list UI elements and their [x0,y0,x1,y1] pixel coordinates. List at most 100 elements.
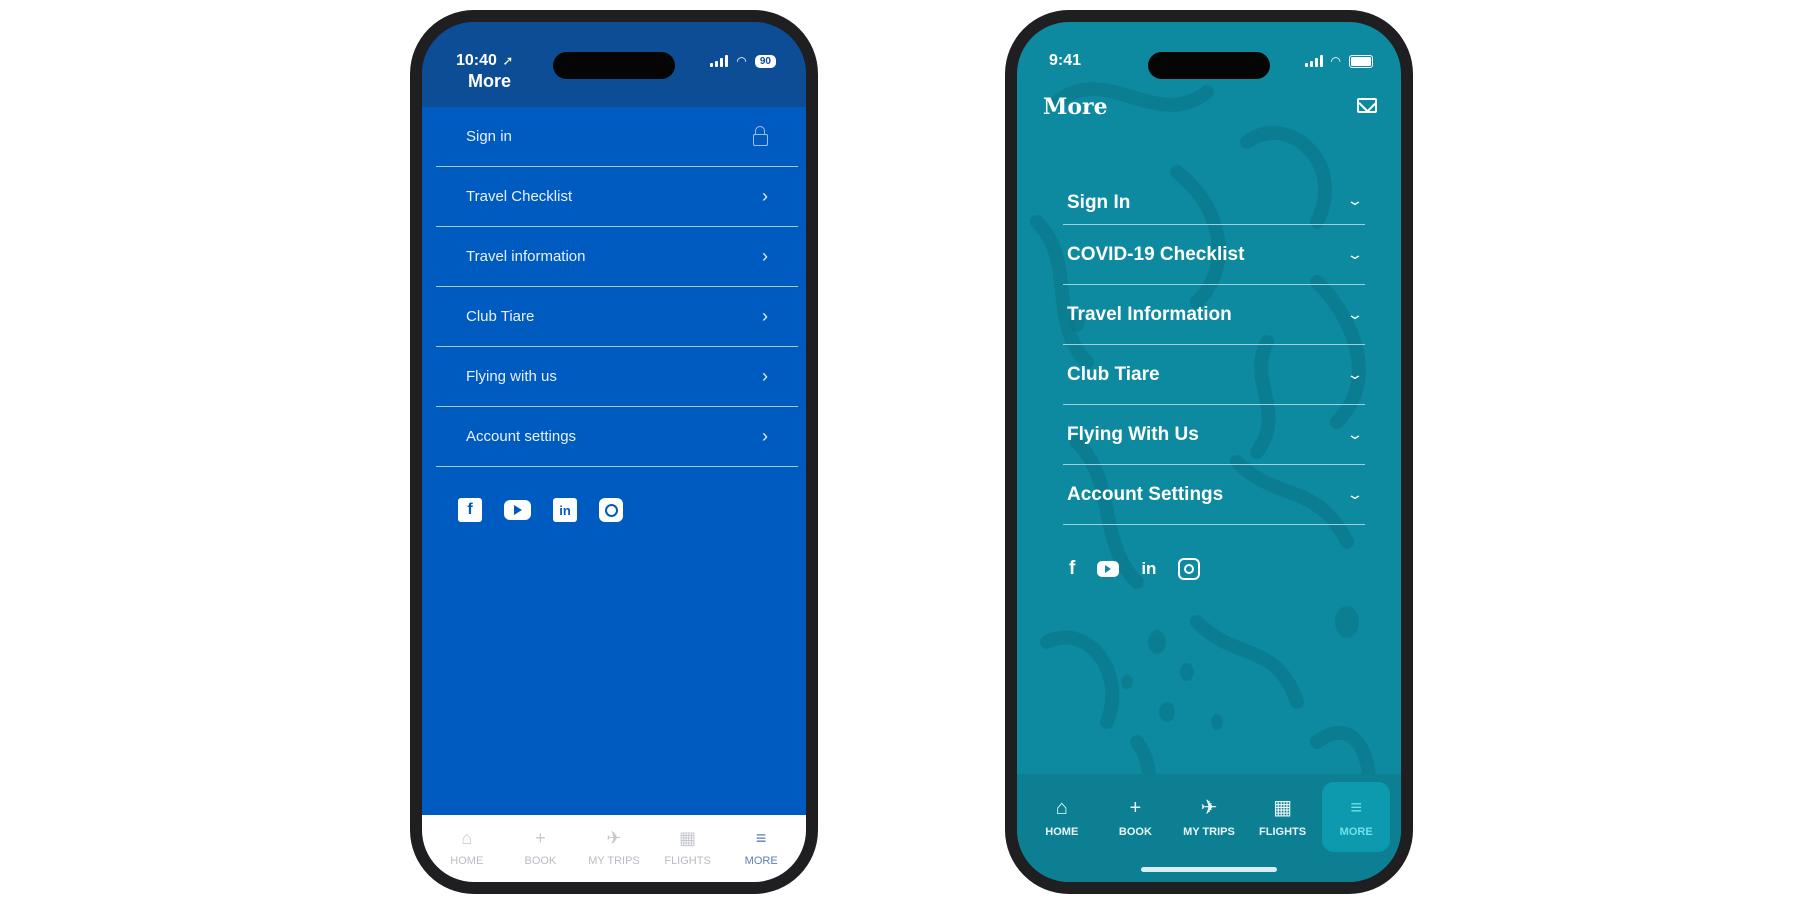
menu-item-sign-in[interactable]: Sign In ⌄ [1063,192,1365,225]
menu-item-label: Club Tiare [466,308,535,325]
signal-icon [1304,55,1323,67]
wifi-icon: ◠ [736,54,747,68]
page-title: More [1043,94,1108,120]
tab-home[interactable]: ⌂ HOME [431,815,503,882]
tab-book[interactable]: + BOOK [1101,782,1169,852]
chevron-down-icon: ⌄ [1346,246,1364,262]
plane-icon: ✈ [606,828,622,848]
menu-item-account-settings[interactable]: Account Settings ⌄ [1063,465,1365,525]
home-icon: ⌂ [1055,797,1068,819]
tab-more[interactable]: ≡ MORE [1322,782,1391,852]
chevron-down-icon: ⌄ [1346,366,1364,382]
battery-icon [1349,54,1373,68]
home-indicator[interactable] [1141,867,1277,872]
menu-item-label: Travel Checklist [466,188,573,205]
menu-item-label: Flying with us [466,368,557,385]
linkedin-icon[interactable]: in [1141,559,1156,579]
status-time: 9:41 [1049,52,1082,69]
tab-more[interactable]: ≡ MORE [725,815,797,882]
social-links: f in [458,498,623,522]
page-title: More [468,71,512,91]
tab-my-trips[interactable]: ✈ MY TRIPS [1175,782,1243,852]
menu-item-label: Flying With Us [1067,423,1199,445]
plus-icon: + [1129,797,1142,819]
plus-icon: + [535,828,546,848]
menu-item-label: Sign in [466,128,512,145]
left-phone-frame: 10:40 ➚ More ◠ 90 Sign in Travel Checkli… [410,10,818,894]
wifi-icon: ◠ [1330,54,1341,68]
calendar-icon: ▦ [679,828,697,848]
tab-label: BOOK [1118,826,1152,838]
menu-item-travel-checklist[interactable]: Travel Checklist › [436,167,798,227]
facebook-icon[interactable]: f [1069,558,1075,580]
social-links: f in [1069,558,1201,580]
tab-my-trips[interactable]: ✈ MY TRIPS [578,815,650,882]
menu-item-club-tiare[interactable]: Club Tiare ⌄ [1063,345,1365,405]
menu-item-label: Sign In [1067,192,1131,213]
menu-item-sign-in[interactable]: Sign in [436,107,798,167]
menu-item-flying-with-us[interactable]: Flying with us › [436,347,798,407]
right-phone-screen: 9:41 ◠ More Sign In ⌄ COVID-19 Checklist… [1017,22,1401,882]
menu-item-label: Club Tiare [1067,363,1160,385]
tab-label: MY TRIPS [588,855,640,867]
chevron-down-icon: ⌄ [1346,426,1364,442]
plane-icon: ✈ [1200,797,1218,819]
tab-label: MY TRIPS [1183,826,1235,838]
menu-item-label: Account settings [466,428,577,445]
tab-bar: ⌂ HOME + BOOK ✈ MY TRIPS ▦ FLIGHTS ≡ MOR… [422,815,806,882]
menu-item-covid-checklist[interactable]: COVID-19 Checklist ⌄ [1063,225,1365,285]
right-phone-frame: 9:41 ◠ More Sign In ⌄ COVID-19 Checklist… [1005,10,1413,894]
tab-label: HOME [1045,826,1079,838]
left-phone-screen: 10:40 ➚ More ◠ 90 Sign in Travel Checkli… [422,22,806,882]
menu-item-flying-with-us[interactable]: Flying With Us ⌄ [1063,405,1365,465]
tab-book[interactable]: + BOOK [504,815,576,882]
menu-item-label: Account Settings [1067,483,1224,505]
chevron-right-icon: › [762,306,768,326]
menu-item-travel-information[interactable]: Travel information › [436,227,798,287]
menu-icon: ≡ [1350,797,1362,819]
chevron-right-icon: › [762,366,768,386]
tab-label: FLIGHTS [664,855,711,867]
youtube-icon[interactable] [504,500,531,520]
chevron-down-icon: ⌄ [1346,486,1364,502]
lock-icon [753,125,768,146]
tab-home[interactable]: ⌂ HOME [1028,782,1096,852]
chevron-right-icon: › [762,186,768,206]
more-menu: Sign in Travel Checklist › Travel inform… [436,107,798,467]
chevron-down-icon: ⌄ [1346,192,1364,208]
more-menu: Sign In ⌄ COVID-19 Checklist ⌄ Travel In… [1063,192,1365,525]
instagram-icon[interactable] [1178,558,1201,580]
tab-bar: ⌂ HOME + BOOK ✈ MY TRIPS ▦ FLIGHTS ≡ MOR… [1017,774,1401,882]
location-arrow-icon: ➚ [498,53,514,68]
status-time: 10:40 ➚ [456,52,514,69]
tab-flights[interactable]: ▦ FLIGHTS [652,815,724,882]
tab-label: MORE [744,855,778,867]
menu-item-travel-information[interactable]: Travel Information ⌄ [1063,285,1365,345]
facebook-icon[interactable]: f [458,498,482,522]
signal-icon [710,55,729,67]
dynamic-island [553,52,675,79]
home-icon: ⌂ [461,828,473,848]
tab-label: FLIGHTS [1259,826,1307,838]
menu-icon: ≡ [755,828,767,848]
mail-icon[interactable] [1357,98,1377,113]
menu-item-label: COVID-19 Checklist [1067,243,1245,265]
calendar-icon: ▦ [1273,797,1293,819]
chevron-right-icon: › [762,426,768,446]
menu-item-label: Travel Information [1067,303,1232,325]
menu-item-label: Travel information [466,248,586,265]
tab-flights[interactable]: ▦ FLIGHTS [1249,782,1317,852]
youtube-icon[interactable] [1097,561,1120,577]
tab-label: MORE [1339,826,1373,838]
battery-level: 90 [754,54,776,68]
chevron-down-icon: ⌄ [1346,306,1364,322]
instagram-icon[interactable] [599,498,623,522]
tab-label: BOOK [524,855,557,867]
status-icons: ◠ [1304,54,1373,68]
menu-item-account-settings[interactable]: Account settings › [436,407,798,467]
menu-item-club-tiare[interactable]: Club Tiare › [436,287,798,347]
linkedin-icon[interactable]: in [553,498,577,522]
chevron-right-icon: › [762,246,768,266]
dynamic-island [1148,52,1270,79]
status-icons: ◠ 90 [710,54,776,68]
